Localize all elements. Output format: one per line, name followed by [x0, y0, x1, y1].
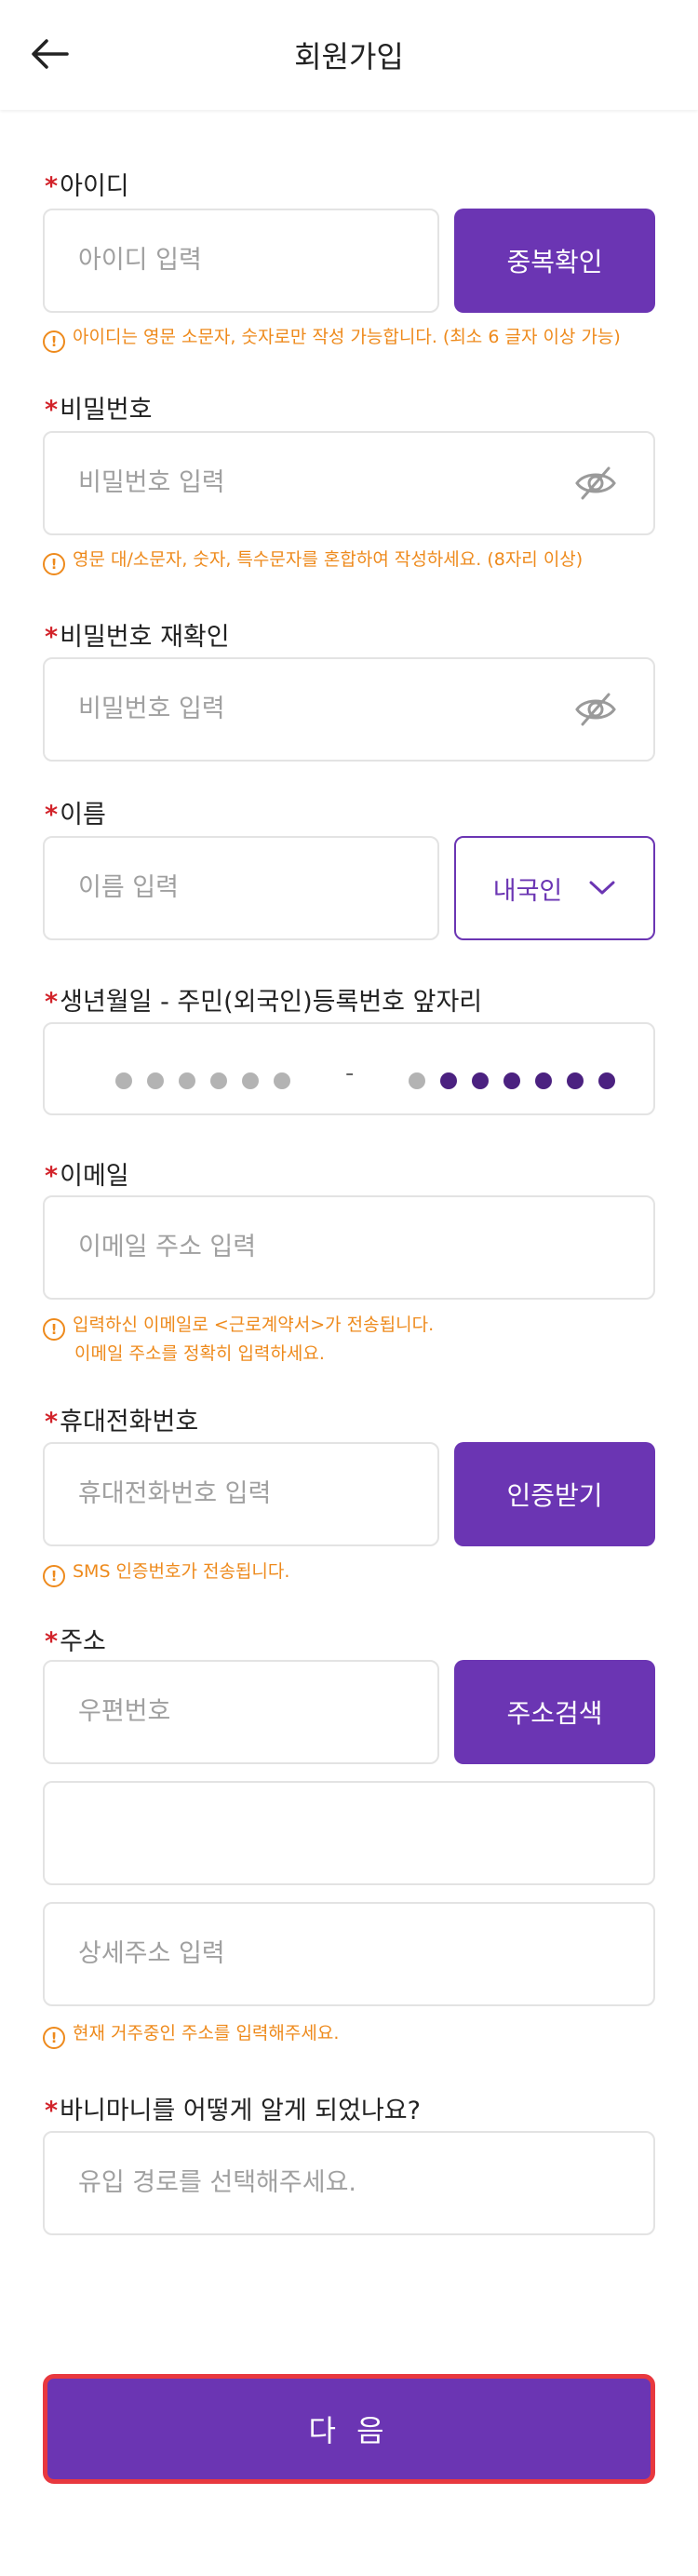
address-hint: ! 현재 거주중인 주소를 입력해주세요. — [43, 2020, 339, 2049]
next-button[interactable]: 다 음 — [43, 2374, 655, 2484]
exclamation-circle-icon: ! — [43, 553, 65, 575]
phone-label: *휴대전화번호 — [45, 1408, 199, 1436]
masked-dot — [535, 1072, 552, 1089]
birth-ssn-input[interactable]: - — [43, 1022, 655, 1115]
referral-select-placeholder: 유입 경로를 선택해주세요. — [78, 2168, 356, 2197]
email-hint: ! 입력하신 이메일로 <근로계약서>가 전송됩니다. 이메일 주소를 정확히 입… — [43, 1312, 434, 1367]
exclamation-circle-icon: ! — [43, 1565, 65, 1587]
zipcode-input[interactable]: 우편번호 — [43, 1660, 439, 1764]
phone-hint: ! SMS 인증번호가 전송됩니다. — [43, 1558, 289, 1587]
nationality-select[interactable]: 내국인 — [454, 836, 655, 940]
masked-dot — [598, 1072, 615, 1089]
exclamation-circle-icon: ! — [43, 1318, 65, 1341]
exclamation-circle-icon: ! — [43, 2027, 65, 2049]
id-label: *아이디 — [45, 172, 129, 201]
header-bar: 회원가입 — [0, 0, 698, 110]
birth-date-dots — [115, 1072, 290, 1089]
name-input[interactable]: 이름 입력 — [43, 836, 439, 940]
password-confirm-label: *비밀번호 재확인 — [45, 623, 230, 652]
address-label: *주소 — [45, 1627, 106, 1656]
request-verification-button[interactable]: 인증받기 — [454, 1442, 655, 1546]
address-detail-input-placeholder: 상세주소 입력 — [78, 1939, 225, 1968]
input-dot — [242, 1072, 259, 1089]
eye-off-icon[interactable] — [573, 461, 618, 506]
eye-off-icon[interactable] — [573, 687, 618, 732]
password-label: *비밀번호 — [45, 396, 153, 425]
ssn-separator: - — [345, 1059, 355, 1087]
address-search-button[interactable]: 주소검색 — [454, 1660, 655, 1764]
input-dot — [274, 1072, 290, 1089]
input-dot — [179, 1072, 195, 1089]
input-dot — [147, 1072, 164, 1089]
input-dot — [409, 1072, 425, 1089]
chevron-down-icon — [588, 880, 616, 897]
password-input-placeholder: 비밀번호 입력 — [78, 468, 225, 497]
name-label: *이름 — [45, 801, 106, 829]
name-input-placeholder: 이름 입력 — [78, 873, 179, 902]
id-input[interactable]: 아이디 입력 — [43, 209, 439, 313]
check-duplicate-button[interactable]: 중복확인 — [454, 209, 655, 313]
id-input-placeholder: 아이디 입력 — [78, 246, 202, 275]
email-label: *이메일 — [45, 1162, 129, 1191]
page-title: 회원가입 — [294, 39, 404, 74]
referral-select[interactable]: 유입 경로를 선택해주세요. — [43, 2131, 655, 2235]
referral-label: *바니마니를 어떻게 알게 되었나요? — [45, 2097, 421, 2125]
password-input[interactable]: 비밀번호 입력 — [43, 431, 655, 535]
password-confirm-input-placeholder: 비밀번호 입력 — [78, 695, 225, 723]
email-input-placeholder: 이메일 주소 입력 — [78, 1233, 257, 1261]
phone-input-placeholder: 휴대전화번호 입력 — [78, 1479, 272, 1508]
id-hint: ! 아이디는 영문 소문자, 숫자로만 작성 가능합니다. (최소 6 글자 이상… — [43, 324, 621, 353]
address-input[interactable] — [43, 1781, 655, 1885]
masked-dot — [472, 1072, 489, 1089]
masked-dot — [503, 1072, 520, 1089]
birth-label: *생년월일 - 주민(외국인)등록번호 앞자리 — [45, 988, 483, 1017]
phone-input[interactable]: 휴대전화번호 입력 — [43, 1442, 439, 1546]
email-input[interactable]: 이메일 주소 입력 — [43, 1195, 655, 1300]
exclamation-circle-icon: ! — [43, 330, 65, 353]
ssn-first-digit-dots — [409, 1072, 615, 1089]
input-dot — [210, 1072, 227, 1089]
nationality-value: 내국인 — [492, 876, 563, 906]
password-confirm-input[interactable]: 비밀번호 입력 — [43, 657, 655, 762]
masked-dot — [567, 1072, 584, 1089]
zipcode-input-placeholder: 우편번호 — [78, 1697, 171, 1726]
password-hint: ! 영문 대/소문자, 숫자, 특수문자를 혼합하여 작성하세요. (8자리 이상… — [43, 546, 583, 575]
address-detail-input[interactable]: 상세주소 입력 — [43, 1902, 655, 2006]
input-dot — [115, 1072, 132, 1089]
masked-dot — [440, 1072, 457, 1089]
